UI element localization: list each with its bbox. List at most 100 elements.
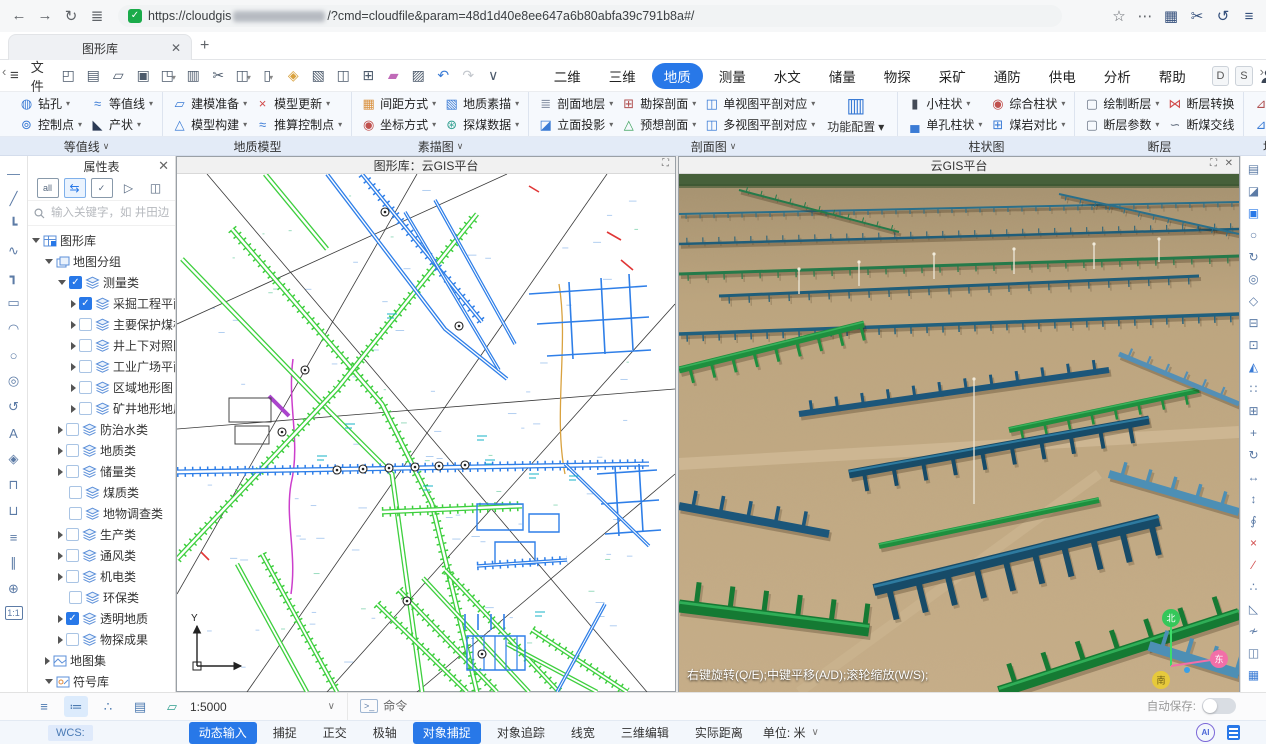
ribbon-button-功能配置[interactable]: ▥功能配置▾ bbox=[819, 94, 892, 134]
layer-checkbox[interactable] bbox=[79, 339, 92, 352]
tree-item-机电类[interactable]: 机电类 bbox=[28, 566, 175, 587]
hatch-fill-icon[interactable]: ▦ bbox=[1244, 664, 1264, 686]
tree-item-防治水类[interactable]: 防治水类 bbox=[28, 419, 175, 440]
ribbon-button-等值线[interactable]: ≈等值线▾ bbox=[90, 94, 153, 113]
file-menu-button[interactable]: 文件 bbox=[31, 57, 44, 95]
ribbon-button-回采预报[interactable]: ⊿回采预报 bbox=[1253, 115, 1266, 134]
layer-checkbox[interactable] bbox=[66, 465, 79, 478]
checkbox-filter-icon[interactable]: ✓ bbox=[91, 178, 113, 198]
ribbon-button-预想剖面[interactable]: △预想剖面▾ bbox=[621, 115, 696, 134]
copy-attrs-icon[interactable]: ◫ bbox=[145, 178, 167, 198]
maximize-3d-icon[interactable]: ⛶ bbox=[1210, 158, 1217, 169]
line-tool-icon[interactable]: ╱ bbox=[3, 186, 25, 212]
tree-item-主要保护煤柱图[interactable]: 主要保护煤柱图 bbox=[28, 314, 175, 335]
ribbon-button-断层参数[interactable]: ▢断层参数▾ bbox=[1084, 115, 1159, 134]
band-label-地质模型[interactable]: 地质模型 bbox=[163, 137, 352, 155]
toggle-正交[interactable]: 正交 bbox=[313, 722, 357, 744]
ribbon-button-间距方式[interactable]: ▦间距方式▾ bbox=[361, 94, 436, 113]
filter-all-icon[interactable]: all bbox=[37, 178, 59, 198]
layer-checkbox[interactable] bbox=[79, 402, 92, 415]
circle-tool-icon[interactable]: ○ bbox=[3, 342, 25, 368]
ribbon-button-多视图平剖对应[interactable]: ◫多视图平剖对应▾ bbox=[704, 115, 815, 134]
find-icon[interactable]: ◎ bbox=[1244, 268, 1264, 290]
topology-icon[interactable]: ∴ bbox=[96, 696, 120, 717]
map-2d-canvas[interactable]: Y bbox=[177, 174, 675, 692]
detail-list-icon[interactable]: ▤ bbox=[128, 696, 152, 717]
clipboard-icon[interactable] bbox=[1227, 725, 1240, 740]
layer-checkbox[interactable]: ✓ bbox=[79, 297, 92, 310]
expander-icon[interactable] bbox=[71, 363, 76, 371]
ribbon-scroll-left-icon[interactable]: ‹ bbox=[2, 64, 6, 79]
tab-close-icon[interactable]: ✕ bbox=[171, 41, 181, 55]
panel-close-icon[interactable]: ✕ bbox=[158, 158, 169, 174]
close-3d-icon[interactable]: ✕ bbox=[1225, 158, 1233, 169]
ribbon-button-产状[interactable]: ◣产状▾ bbox=[90, 115, 153, 134]
ribbon-button-坐标方式[interactable]: ◉坐标方式▾ bbox=[361, 115, 436, 134]
link-select-icon[interactable]: ⇆ bbox=[64, 178, 86, 198]
layer-checkbox[interactable] bbox=[69, 591, 82, 604]
layer-checkbox[interactable] bbox=[69, 507, 82, 520]
scale-select[interactable]: 1:5000 ∨ bbox=[178, 693, 348, 720]
menu-tab-测量[interactable]: 测量 bbox=[707, 63, 758, 89]
expander-icon[interactable] bbox=[58, 636, 63, 644]
expander-icon[interactable] bbox=[71, 321, 76, 329]
layer-checkbox[interactable] bbox=[66, 444, 79, 457]
menu-tab-物探[interactable]: 物探 bbox=[872, 63, 923, 89]
band-label-柱状图[interactable]: 柱状图 bbox=[898, 137, 1075, 155]
ribbon-button-推算控制点[interactable]: ≈推算控制点▾ bbox=[255, 115, 342, 134]
cut-icon[interactable]: ✂ bbox=[206, 67, 231, 84]
pointer-select-icon[interactable]: ▷ bbox=[118, 178, 140, 198]
ribbon-button-绘制断层[interactable]: ▢绘制断层▾ bbox=[1084, 94, 1159, 113]
ribbon-button-立面投影[interactable]: ◪立面投影▾ bbox=[538, 115, 613, 134]
expander-icon[interactable] bbox=[45, 679, 53, 684]
ellipse-tool-icon[interactable]: ◎ bbox=[3, 368, 25, 394]
tree-item-物探成果[interactable]: 物探成果 bbox=[28, 629, 175, 650]
polygon-clip-icon[interactable]: ◺ bbox=[1244, 598, 1264, 620]
expander-icon[interactable] bbox=[58, 615, 63, 623]
band-label-素描图[interactable]: 素描图∨ bbox=[352, 137, 529, 155]
band-label-断层[interactable]: 断层 bbox=[1075, 137, 1244, 155]
security-shield-icon[interactable]: ✓ bbox=[128, 9, 142, 23]
d-button[interactable]: D bbox=[1212, 66, 1229, 86]
toggle-极轴[interactable]: 极轴 bbox=[363, 722, 407, 744]
maximize-icon[interactable]: ⛶ bbox=[662, 158, 669, 169]
url-bar[interactable]: ✓ https://cloudgis/?cmd=cloudfile&param=… bbox=[118, 5, 1062, 27]
toggle-对象捕捉[interactable]: 对象捕捉 bbox=[413, 722, 481, 744]
layer-checkbox[interactable] bbox=[79, 318, 92, 331]
menu-tab-采矿[interactable]: 采矿 bbox=[927, 63, 978, 89]
expander-icon[interactable] bbox=[45, 259, 53, 264]
delete-icon[interactable]: ⊟ bbox=[1244, 312, 1264, 334]
toggle-对象追踪[interactable]: 对象追踪 bbox=[487, 722, 555, 744]
grid-window-2-icon[interactable]: ⊞ bbox=[356, 67, 381, 84]
ribbon-button-单孔柱状[interactable]: ▄单孔柱状▾ bbox=[907, 115, 982, 134]
tree-item-符号库[interactable]: 符号库 bbox=[28, 671, 175, 692]
rotate-icon[interactable]: ↻ bbox=[1244, 444, 1264, 466]
toolbar-expand-icon[interactable]: ∨ bbox=[481, 67, 506, 84]
menu-tab-供电[interactable]: 供电 bbox=[1037, 63, 1088, 89]
more-icon[interactable]: ⋯ bbox=[1132, 7, 1158, 25]
array-icon[interactable]: ∷ bbox=[1244, 378, 1264, 400]
circle-select-icon[interactable]: ○ bbox=[1244, 224, 1264, 246]
ribbon-button-地质素描[interactable]: ▧地质素描▾ bbox=[444, 94, 519, 113]
distribute-icon[interactable]: ∥ bbox=[3, 550, 25, 576]
toggle-实际距离[interactable]: 实际距离 bbox=[685, 722, 753, 744]
tree-item-环保类[interactable]: 环保类 bbox=[28, 587, 175, 608]
copy-icon[interactable]: ◫▾ bbox=[231, 67, 256, 84]
hatch-pen-icon[interactable]: ▧ bbox=[306, 67, 331, 84]
print-icon[interactable]: ▥ bbox=[181, 67, 206, 84]
tree-item-地图分组[interactable]: 地图分组 bbox=[28, 251, 175, 272]
image-settings-icon[interactable]: ◪ bbox=[1244, 180, 1264, 202]
scale-1-1-icon[interactable]: 1:1 bbox=[5, 606, 23, 620]
file-dropdown-icon[interactable]: ◳▾ bbox=[156, 67, 181, 84]
menu-tab-地质[interactable]: 地质 bbox=[652, 63, 703, 89]
viewport-3d[interactable]: 云GIS平台 ⛶ ✕ 北东南 右键旋转(Q/E);中键平移(A/D);滚轮缩放(… bbox=[678, 156, 1240, 692]
expander-icon[interactable] bbox=[58, 447, 63, 455]
align-bottom-icon[interactable]: ⊔ bbox=[3, 498, 25, 524]
scene-3d-canvas[interactable]: 北东南 bbox=[679, 174, 1239, 692]
expander-icon[interactable] bbox=[71, 384, 76, 392]
s-button[interactable]: S bbox=[1235, 66, 1252, 86]
rectangle-tool-icon[interactable]: ▭ bbox=[3, 290, 25, 316]
ribbon-button-勘探剖面[interactable]: ⊞勘探剖面▾ bbox=[621, 94, 696, 113]
ribbon-button-断煤交线[interactable]: ∽断煤交线 bbox=[1167, 115, 1234, 134]
viewport-2d[interactable]: 图形库：云GIS平台 ⛶ Y bbox=[176, 156, 676, 692]
